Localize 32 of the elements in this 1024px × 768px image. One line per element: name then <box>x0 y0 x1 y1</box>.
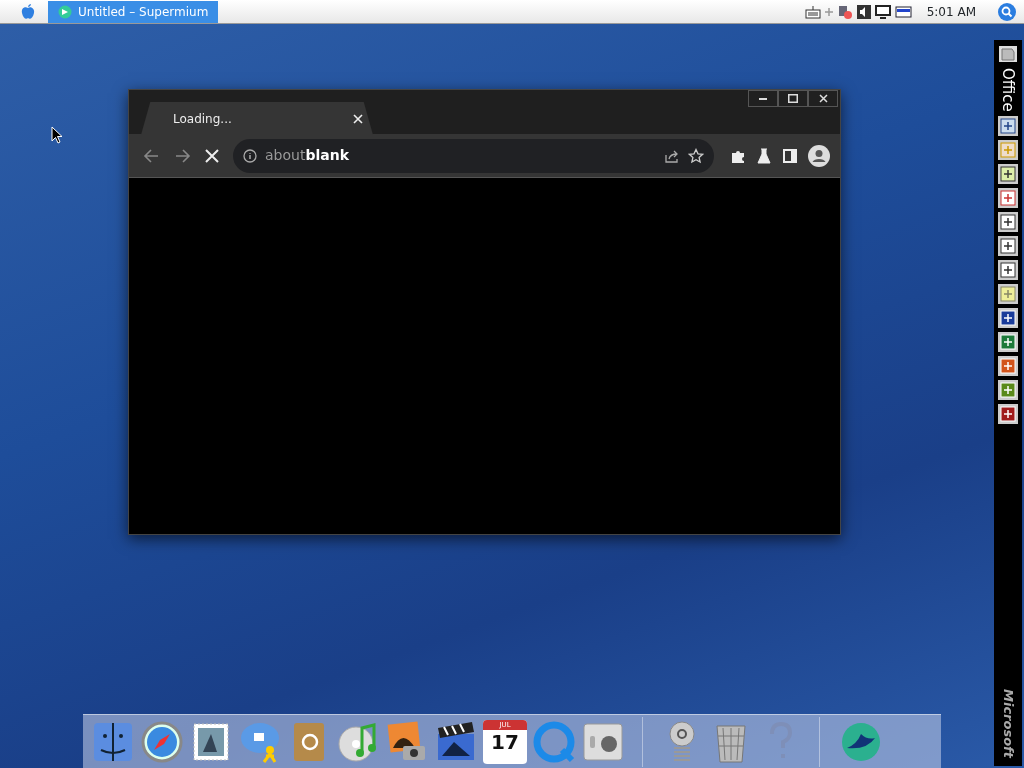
side-panel-icon[interactable] <box>782 147 798 164</box>
speaker-icon[interactable] <box>856 4 871 19</box>
maximize-button[interactable] <box>778 90 808 107</box>
maximize-icon <box>788 94 798 103</box>
apple-logo-icon[interactable] <box>20 2 36 21</box>
flask-icon[interactable] <box>756 147 772 164</box>
clock: 5:01 AM <box>926 3 976 21</box>
minimize-button[interactable] <box>748 90 778 107</box>
back-arrow-icon[interactable] <box>143 147 159 164</box>
network-icon[interactable] <box>836 3 853 20</box>
stop-icon[interactable] <box>205 148 219 163</box>
star-icon[interactable] <box>688 147 704 164</box>
keyboard-icon[interactable] <box>804 4 821 19</box>
mouse-pointer-icon <box>51 126 63 144</box>
url-text: aboutblank <box>265 146 350 165</box>
close-icon <box>818 94 828 103</box>
info-icon[interactable] <box>243 148 257 163</box>
app-logo-icon <box>58 4 72 19</box>
close-button[interactable] <box>808 90 838 107</box>
close-icon[interactable] <box>353 113 363 124</box>
minimize-icon <box>759 97 767 100</box>
battery-icon[interactable] <box>894 5 913 18</box>
profile-avatar-icon[interactable] <box>808 144 830 167</box>
brand-label: Microsoft <box>999 689 1017 758</box>
plus-icon <box>824 7 833 16</box>
monitor-icon[interactable] <box>874 4 891 19</box>
search-icon[interactable] <box>998 2 1016 21</box>
forward-arrow-icon[interactable] <box>175 147 191 164</box>
browser-tab[interactable]: Loading... <box>141 102 373 135</box>
address-bar[interactable]: aboutblank <box>233 138 714 173</box>
compass-icon[interactable] <box>140 719 184 764</box>
office-label: Office <box>998 68 1019 112</box>
